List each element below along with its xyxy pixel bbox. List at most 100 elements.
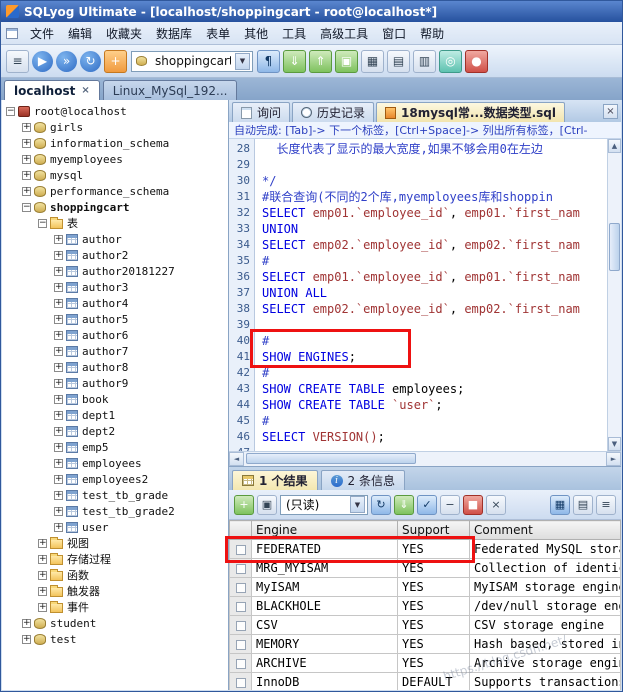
table-row[interactable]: BLACKHOLEYES/dev/null storage engi bbox=[230, 597, 621, 616]
tree-item-shoppingcart[interactable]: −shoppingcart bbox=[2, 199, 228, 215]
connection-tab-localhost[interactable]: localhost× bbox=[4, 80, 100, 100]
row-selector[interactable] bbox=[230, 654, 252, 673]
expand-icon[interactable]: + bbox=[38, 603, 47, 612]
expand-icon[interactable]: + bbox=[38, 571, 47, 580]
code-area[interactable]: 长度代表了显示的最大宽度,如果不够会用0在左边 */#联合查询(不同的2个库,m… bbox=[255, 139, 607, 451]
collapse-icon[interactable]: − bbox=[22, 203, 31, 212]
column-header-comment[interactable]: Comment bbox=[470, 521, 621, 540]
close-icon[interactable]: × bbox=[81, 86, 89, 96]
query-builder-icon[interactable]: ▦ bbox=[361, 50, 384, 73]
execute-query-icon[interactable]: ▶ bbox=[32, 51, 53, 72]
row-selector[interactable] bbox=[230, 559, 252, 578]
close-tab-button[interactable]: × bbox=[603, 104, 618, 119]
tree-item-girls[interactable]: +girls bbox=[2, 119, 228, 135]
expand-icon[interactable]: + bbox=[22, 139, 31, 148]
execute-all-icon[interactable]: » bbox=[56, 51, 77, 72]
table-row[interactable]: MyISAMYESMyISAM storage engine bbox=[230, 578, 621, 597]
tree-item-函数[interactable]: +函数 bbox=[2, 567, 228, 583]
tree-item-触发器[interactable]: +触发器 bbox=[2, 583, 228, 599]
refresh-object-browser-icon[interactable]: ↻ bbox=[80, 51, 101, 72]
expand-icon[interactable]: + bbox=[54, 523, 63, 532]
expand-icon[interactable]: + bbox=[54, 251, 63, 260]
copy-database-icon[interactable]: ▣ bbox=[335, 50, 358, 73]
scroll-right-icon[interactable]: ► bbox=[606, 452, 621, 466]
format-sql-icon[interactable]: ¶ bbox=[257, 50, 280, 73]
table-row[interactable]: InnoDBDEFAULTSupports transactions bbox=[230, 673, 621, 691]
connect-icon[interactable]: ≡ bbox=[6, 50, 29, 73]
column-header-engine[interactable]: Engine bbox=[252, 521, 398, 540]
expand-icon[interactable]: + bbox=[38, 539, 47, 548]
menu-表单[interactable]: 表单 bbox=[199, 22, 237, 45]
collapse-icon[interactable]: − bbox=[38, 219, 47, 228]
hscrollbar-thumb[interactable] bbox=[246, 453, 416, 464]
expand-icon[interactable]: + bbox=[54, 235, 63, 244]
database-selector[interactable]: shoppingcart ▼ bbox=[131, 51, 253, 72]
tree-item-author2[interactable]: +author2 bbox=[2, 247, 228, 263]
row-selector[interactable] bbox=[230, 635, 252, 654]
connection-tab-Linux_MySql_192...[interactable]: Linux_MySql_192... bbox=[103, 80, 238, 100]
tree-item-author6[interactable]: +author6 bbox=[2, 327, 228, 343]
export-icon[interactable]: ⇑ bbox=[309, 50, 332, 73]
expand-icon[interactable]: + bbox=[38, 555, 47, 564]
tree-item-test_tb_grade2[interactable]: +test_tb_grade2 bbox=[2, 503, 228, 519]
tree-item-事件[interactable]: +事件 bbox=[2, 599, 228, 615]
collapse-icon[interactable]: − bbox=[6, 107, 15, 116]
query-tab-18mysql常...数据类型.sql[interactable]: 18mysql常...数据类型.sql bbox=[376, 102, 565, 122]
table-row[interactable]: FEDERATEDYESFederated MySQL storag bbox=[230, 540, 621, 559]
expand-icon[interactable]: + bbox=[38, 587, 47, 596]
tree-item-author5[interactable]: +author5 bbox=[2, 311, 228, 327]
expand-icon[interactable]: + bbox=[54, 315, 63, 324]
tree-item-author9[interactable]: +author9 bbox=[2, 375, 228, 391]
tree-item-test[interactable]: +test bbox=[2, 631, 228, 647]
query-tab-询问[interactable]: 询问 bbox=[232, 102, 290, 122]
menu-高级工具[interactable]: 高级工具 bbox=[313, 22, 375, 45]
expand-icon[interactable]: + bbox=[54, 491, 63, 500]
expand-icon[interactable]: + bbox=[22, 155, 31, 164]
expand-icon[interactable]: + bbox=[54, 411, 63, 420]
expand-icon[interactable]: + bbox=[22, 619, 31, 628]
expand-icon[interactable]: + bbox=[54, 331, 63, 340]
stop-icon[interactable]: ■ bbox=[463, 495, 483, 515]
tree-item-dept2[interactable]: +dept2 bbox=[2, 423, 228, 439]
expand-icon[interactable]: + bbox=[54, 507, 63, 516]
new-query-icon[interactable]: + bbox=[104, 50, 127, 73]
expand-icon[interactable]: + bbox=[54, 459, 63, 468]
scroll-down-icon[interactable]: ▼ bbox=[608, 437, 621, 451]
tree-item-book[interactable]: +book bbox=[2, 391, 228, 407]
tree-item-dept1[interactable]: +dept1 bbox=[2, 407, 228, 423]
expand-icon[interactable]: + bbox=[22, 635, 31, 644]
chevron-down-icon[interactable]: ▼ bbox=[235, 53, 250, 70]
editor-vertical-scrollbar[interactable]: ▲ ▼ bbox=[607, 139, 621, 451]
scroll-up-icon[interactable]: ▲ bbox=[608, 139, 621, 153]
tree-item-表[interactable]: −表 bbox=[2, 215, 228, 231]
select-all-header[interactable] bbox=[230, 521, 252, 540]
refresh-data-icon[interactable]: ↻ bbox=[371, 495, 391, 515]
tree-item-myemployees[interactable]: +myemployees bbox=[2, 151, 228, 167]
export-data-icon[interactable]: ▣ bbox=[257, 495, 277, 515]
row-selector[interactable] bbox=[230, 597, 252, 616]
row-selector[interactable] bbox=[230, 616, 252, 635]
result-tab-2 条信息[interactable]: i2 条信息 bbox=[321, 470, 405, 490]
menu-数据库[interactable]: 数据库 bbox=[149, 22, 199, 45]
expand-icon[interactable]: + bbox=[54, 379, 63, 388]
notifications-icon[interactable]: ● bbox=[465, 50, 488, 73]
tree-item-employees[interactable]: +employees bbox=[2, 455, 228, 471]
menu-文件[interactable]: 文件 bbox=[23, 22, 61, 45]
delete-row-icon[interactable]: − bbox=[440, 495, 460, 515]
tree-item-emp5[interactable]: +emp5 bbox=[2, 439, 228, 455]
tree-item-author4[interactable]: +author4 bbox=[2, 295, 228, 311]
result-tab-1 个结果[interactable]: 1 个结果 bbox=[232, 470, 318, 490]
expand-icon[interactable]: + bbox=[54, 283, 63, 292]
save-changes-icon[interactable]: ✓ bbox=[417, 495, 437, 515]
scrollbar-thumb[interactable] bbox=[609, 223, 620, 271]
chevron-down-icon[interactable]: ▼ bbox=[350, 496, 365, 513]
table-row[interactable]: MRG_MYISAMYESCollection of identica bbox=[230, 559, 621, 578]
menu-工具[interactable]: 工具 bbox=[275, 22, 313, 45]
expand-icon[interactable]: + bbox=[54, 475, 63, 484]
table-row[interactable]: ARCHIVEYESArchive storage engine bbox=[230, 654, 621, 673]
expand-icon[interactable]: + bbox=[54, 427, 63, 436]
expand-icon[interactable]: + bbox=[54, 395, 63, 404]
expand-icon[interactable]: + bbox=[54, 347, 63, 356]
expand-icon[interactable]: + bbox=[54, 267, 63, 276]
menu-收藏夹[interactable]: 收藏夹 bbox=[99, 22, 149, 45]
